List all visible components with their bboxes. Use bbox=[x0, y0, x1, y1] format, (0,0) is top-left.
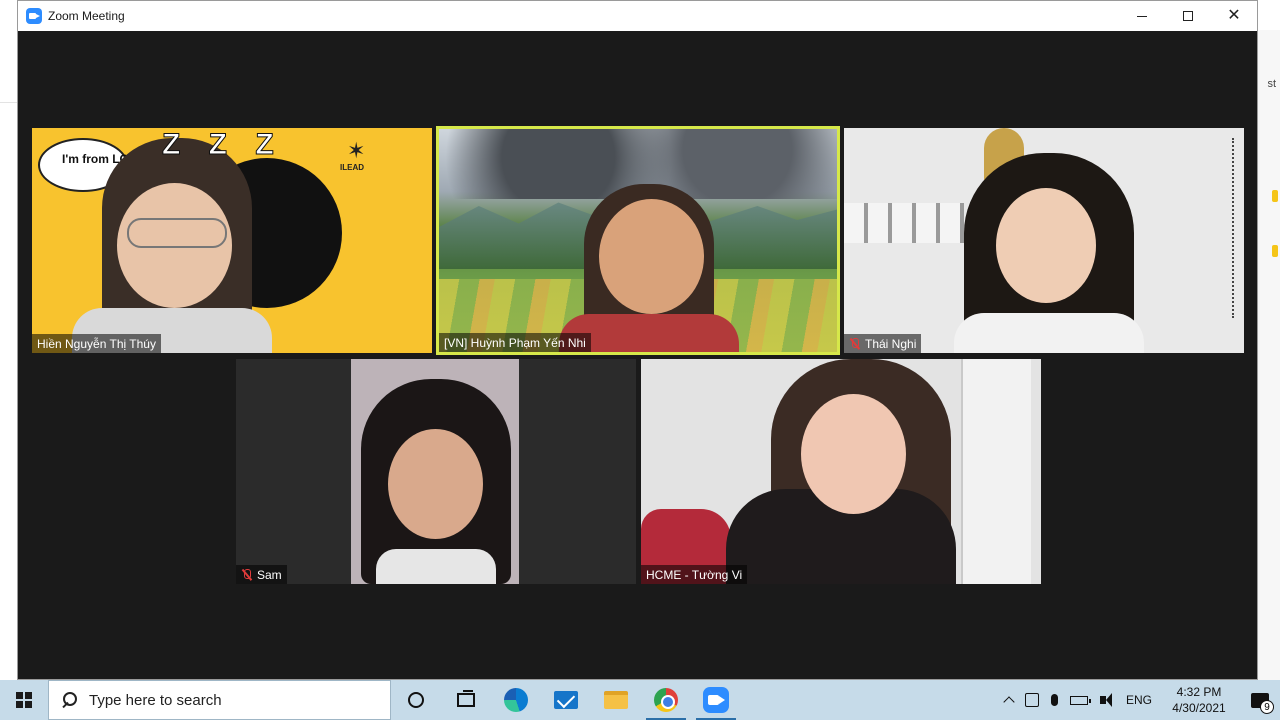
start-button[interactable] bbox=[0, 680, 48, 720]
participant-shirt bbox=[376, 549, 496, 584]
chrome-taskbar-button[interactable] bbox=[641, 680, 691, 720]
search-icon bbox=[61, 692, 77, 708]
participant-name-tag: [VN] Huỳnh Phạm Yến Nhi bbox=[439, 333, 591, 352]
action-center-button[interactable]: 9 bbox=[1240, 680, 1280, 720]
clock-date: 4/30/2021 bbox=[1172, 701, 1226, 715]
zoom-taskbar-button[interactable] bbox=[691, 680, 741, 720]
clock-time: 4:32 PM bbox=[1176, 685, 1222, 699]
maximize-icon bbox=[1183, 11, 1193, 21]
background-app-marker bbox=[1272, 190, 1278, 202]
participant-name: Hiền Nguyễn Thị Thúy bbox=[37, 336, 156, 351]
window-title: Zoom Meeting bbox=[48, 9, 125, 23]
string-lights bbox=[1174, 138, 1234, 318]
participant-face bbox=[801, 394, 906, 514]
video-tile-participant-5[interactable]: HCME - Tường Vi bbox=[641, 359, 1041, 584]
participant-name-tag: Sam bbox=[236, 565, 287, 584]
chevron-up-icon bbox=[1003, 696, 1015, 708]
background-app-text: st bbox=[1267, 78, 1276, 90]
file-explorer-icon bbox=[604, 691, 628, 709]
search-input[interactable] bbox=[89, 691, 369, 709]
participant-face bbox=[388, 429, 483, 539]
close-icon: ✕ bbox=[1227, 7, 1241, 24]
video-tile-participant-1[interactable]: I'm from LC HCM Z Z Z ✶ ILEAD Hiền Nguyễ… bbox=[32, 128, 432, 353]
taskbar-search-box[interactable] bbox=[48, 680, 391, 720]
participant-name-tag: Hiền Nguyễn Thị Thúy bbox=[32, 334, 161, 353]
mail-taskbar-button[interactable] bbox=[541, 680, 591, 720]
video-tile-active-speaker[interactable]: [VN] Huỳnh Phạm Yến Nhi bbox=[436, 126, 840, 355]
video-tile-participant-4[interactable]: Sam bbox=[236, 359, 636, 584]
task-view-button[interactable] bbox=[441, 680, 491, 720]
participant-name: [VN] Huỳnh Phạm Yến Nhi bbox=[444, 335, 586, 350]
task-view-icon bbox=[457, 690, 475, 707]
muted-microphone-icon bbox=[241, 568, 253, 581]
participant-name: Thái Nghi bbox=[865, 336, 917, 351]
cortana-button[interactable] bbox=[391, 680, 441, 720]
title-bar[interactable]: Zoom Meeting ✕ bbox=[18, 1, 1257, 31]
participant-face bbox=[996, 188, 1096, 303]
notification-count-badge: 9 bbox=[1260, 700, 1274, 714]
zoom-meeting-window: Zoom Meeting ✕ I'm from LC HCM Z Z Z ✶ I… bbox=[17, 0, 1258, 680]
close-button[interactable]: ✕ bbox=[1211, 1, 1257, 31]
background-app-strip bbox=[1258, 30, 1280, 680]
microphone-tray-button[interactable] bbox=[1045, 680, 1064, 720]
muted-microphone-icon bbox=[849, 337, 861, 350]
volume-tray-button[interactable] bbox=[1094, 680, 1112, 720]
participant-shirt bbox=[954, 313, 1144, 353]
video-tile-participant-3[interactable]: Thái Nghi bbox=[844, 128, 1244, 353]
background-app-marker bbox=[1272, 245, 1278, 257]
participant-name-tag: HCME - Tường Vi bbox=[641, 565, 748, 584]
background-door bbox=[961, 359, 1031, 584]
virtual-background-zzz: Z Z Z bbox=[162, 128, 284, 162]
participant-glasses bbox=[127, 218, 227, 248]
zoom-icon bbox=[703, 687, 729, 713]
mail-icon bbox=[554, 691, 578, 709]
participant-face bbox=[599, 199, 704, 314]
zoom-app-icon bbox=[26, 8, 42, 24]
minimize-icon bbox=[1137, 15, 1147, 17]
chrome-icon bbox=[654, 688, 678, 712]
participant-name: Sam bbox=[257, 567, 282, 582]
battery-icon bbox=[1069, 695, 1091, 705]
cortana-icon bbox=[408, 692, 424, 708]
virtual-background-logo-text: ILEAD bbox=[340, 163, 364, 172]
participant-name: HCME - Tường Vi bbox=[646, 567, 743, 582]
window-controls: ✕ bbox=[1119, 1, 1257, 31]
speaker-icon bbox=[1099, 693, 1112, 707]
star-logo-icon: ✶ bbox=[347, 138, 366, 163]
wall-decoration bbox=[844, 203, 964, 243]
maximize-button[interactable] bbox=[1165, 1, 1211, 31]
windows-logo-icon bbox=[16, 692, 32, 708]
tray-app-button[interactable] bbox=[1019, 680, 1045, 720]
tray-app-icon bbox=[1024, 693, 1039, 707]
microphone-icon bbox=[1050, 694, 1058, 706]
file-explorer-taskbar-button[interactable] bbox=[591, 680, 641, 720]
system-tray: ENG 4:32 PM 4/30/2021 9 bbox=[999, 680, 1280, 720]
edge-taskbar-button[interactable] bbox=[491, 680, 541, 720]
edge-icon bbox=[504, 688, 528, 712]
input-language-button[interactable]: ENG bbox=[1120, 680, 1158, 720]
participant-name-tag: Thái Nghi bbox=[844, 334, 922, 353]
battery-tray-button[interactable] bbox=[1064, 680, 1094, 720]
taskbar: ENG 4:32 PM 4/30/2021 9 bbox=[0, 680, 1280, 720]
taskbar-clock[interactable]: 4:32 PM 4/30/2021 bbox=[1158, 680, 1240, 720]
show-hidden-icons-button[interactable] bbox=[999, 680, 1019, 720]
minimize-button[interactable] bbox=[1119, 1, 1165, 31]
